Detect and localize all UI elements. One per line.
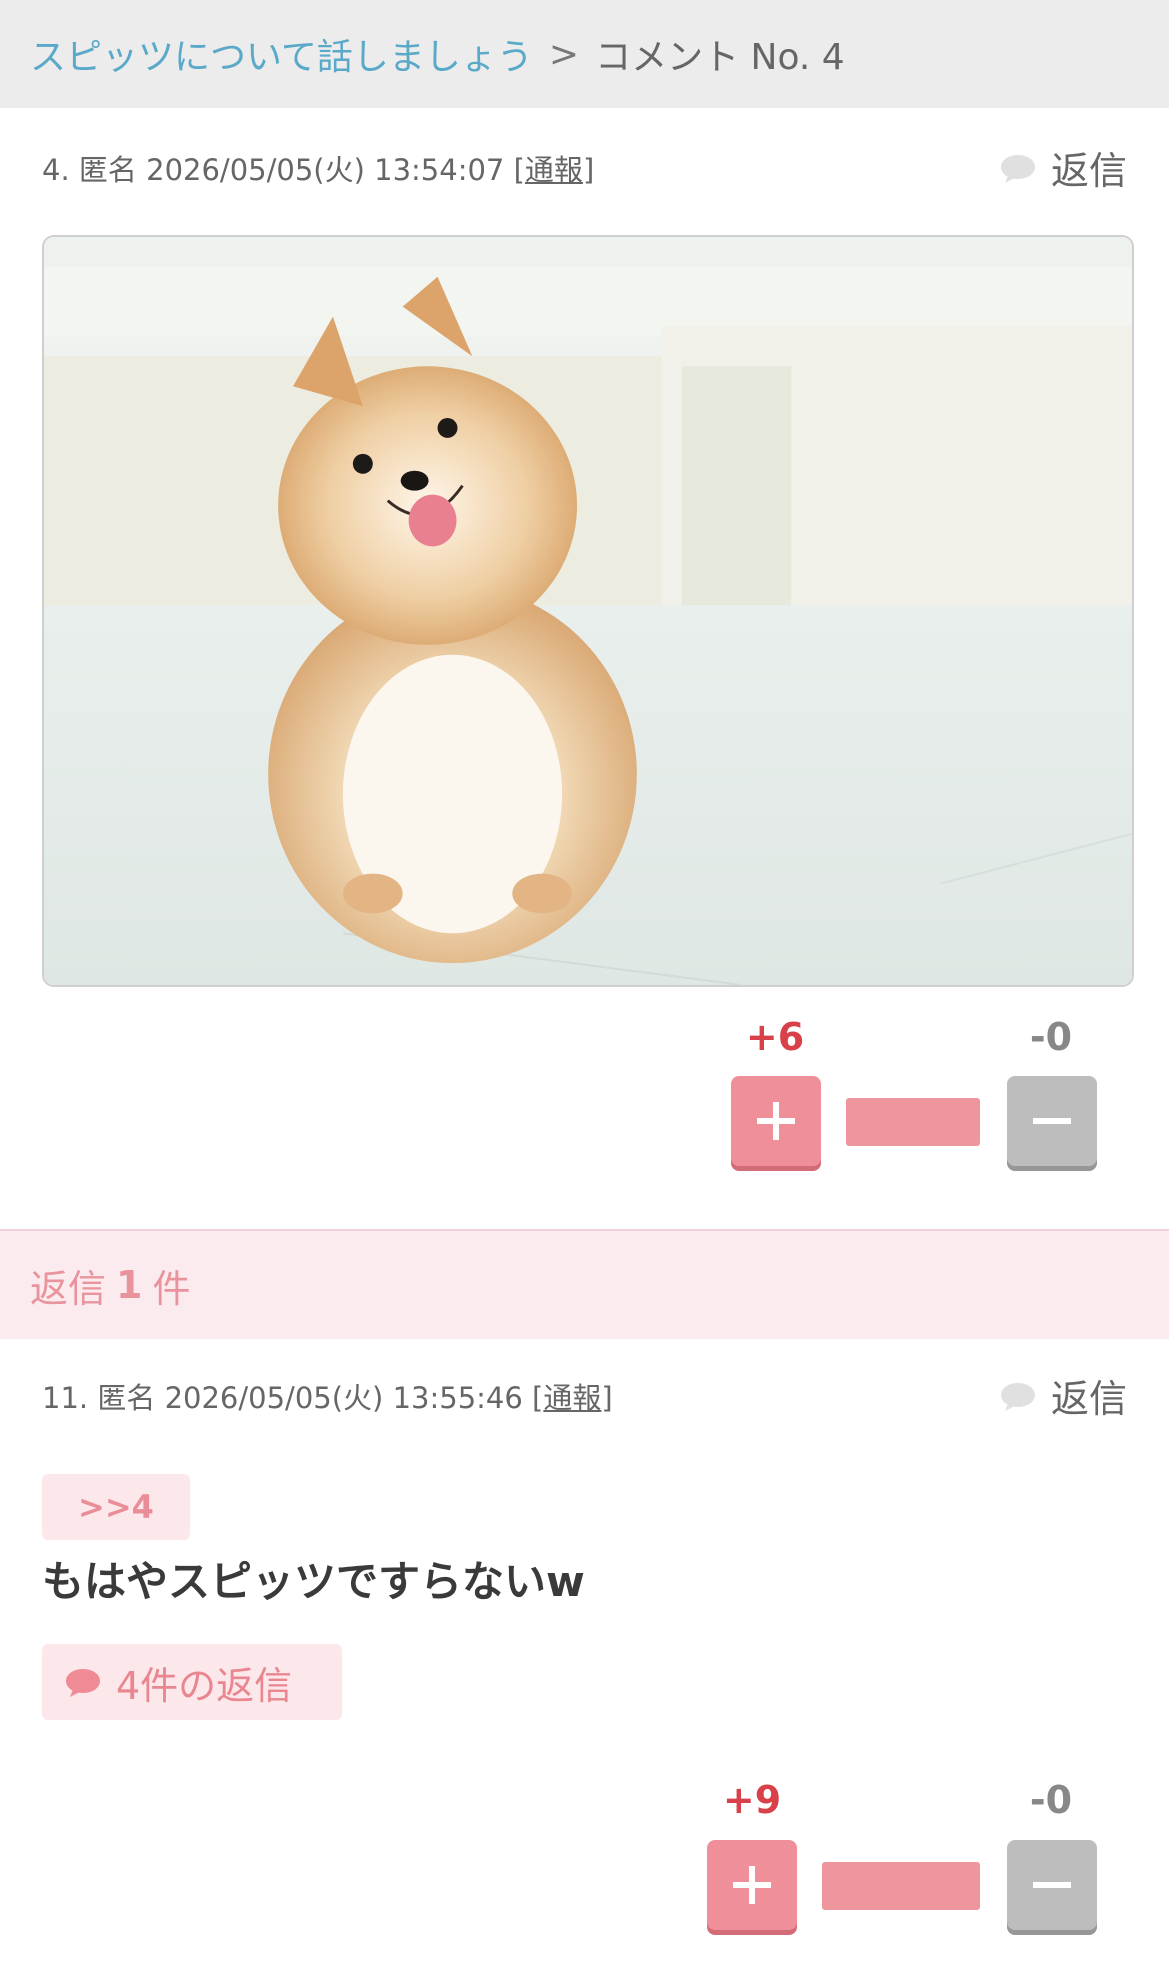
breadcrumb-topic-link[interactable]: スピッツについて話しましょう bbox=[30, 28, 533, 80]
reply-comment-number: 11. bbox=[42, 1380, 89, 1415]
reply-button-label: 返信 bbox=[1050, 149, 1127, 193]
report-bracket-close: ] bbox=[582, 152, 595, 187]
reply-count-number: 1 bbox=[116, 1263, 143, 1307]
reply-comment-author: 匿名 bbox=[97, 1380, 156, 1415]
view-replies-button[interactable]: 4件の返信 bbox=[42, 1644, 342, 1720]
reply-count-prefix: 返信 bbox=[30, 1266, 107, 1311]
reply-upvote-button[interactable] bbox=[707, 1840, 797, 1930]
report-link[interactable]: 通報 bbox=[525, 153, 583, 187]
vote-ratio-bar bbox=[846, 1098, 980, 1146]
reply-vote-ratio-fill bbox=[822, 1862, 980, 1910]
reply-report-bracket-close: ] bbox=[601, 1380, 613, 1415]
speech-bubble-icon bbox=[999, 153, 1037, 183]
comment-image[interactable] bbox=[42, 235, 1134, 987]
reply-count-suffix: 件 bbox=[152, 1266, 191, 1311]
pomeranian-photo bbox=[44, 237, 1132, 985]
plus-icon bbox=[733, 1866, 771, 1904]
reply-report-bracket-open: [ bbox=[532, 1380, 544, 1415]
reply-vote-ratio-bar bbox=[822, 1862, 980, 1910]
comment-number: 4. bbox=[42, 152, 70, 187]
reply-minus-count: -0 bbox=[1029, 1778, 1073, 1822]
reply-plus-count: +9 bbox=[722, 1778, 782, 1822]
minus-count: -0 bbox=[1029, 1015, 1073, 1059]
breadcrumb-separator: > bbox=[548, 33, 580, 75]
anchor-link[interactable]: >>4 bbox=[42, 1474, 190, 1540]
minus-icon bbox=[1033, 1118, 1071, 1124]
reply-comment-reply-button[interactable]: 返信 bbox=[999, 1368, 1127, 1423]
speech-bubble-icon bbox=[64, 1667, 102, 1697]
reply-button[interactable]: 返信 bbox=[999, 140, 1127, 195]
reply-comment-reply-label: 返信 bbox=[1050, 1377, 1127, 1421]
reply-comment-body: もはやスピッツですらないw bbox=[42, 1557, 585, 1606]
plus-icon bbox=[757, 1102, 795, 1140]
vote-ratio-fill bbox=[846, 1098, 980, 1146]
reply-comment-meta: 11. 匿名 2026/05/05(火) 13:55:46 [通報] bbox=[42, 1375, 613, 1417]
reply-comment-header: 11. 匿名 2026/05/05(火) 13:55:46 [通報] 返信 bbox=[42, 1368, 1127, 1423]
minus-icon bbox=[1033, 1882, 1071, 1888]
view-replies-label: 4件の返信 bbox=[116, 1663, 293, 1708]
comment-datetime: 2026/05/05(火) 13:54:07 bbox=[146, 152, 505, 187]
plus-count: +6 bbox=[745, 1015, 805, 1059]
comment-header: 4. 匿名 2026/05/05(火) 13:54:07 [通報] 返信 bbox=[42, 140, 1127, 195]
speech-bubble-icon bbox=[999, 1381, 1037, 1411]
reply-count-band: 返信 1 件 bbox=[0, 1229, 1169, 1339]
upvote-button[interactable] bbox=[731, 1076, 821, 1166]
downvote-button[interactable] bbox=[1007, 1076, 1097, 1166]
breadcrumb: スピッツについて話しましょう > コメント No. 4 bbox=[0, 0, 1169, 108]
comment-meta: 4. 匿名 2026/05/05(火) 13:54:07 [通報] bbox=[42, 147, 594, 189]
reply-report-link[interactable]: 通報 bbox=[543, 1381, 601, 1415]
comment-author: 匿名 bbox=[78, 152, 137, 187]
report-bracket-open: [ bbox=[513, 152, 525, 187]
reply-comment-datetime: 2026/05/05(火) 13:55:46 bbox=[164, 1380, 523, 1415]
breadcrumb-current: コメント No. 4 bbox=[595, 37, 845, 78]
reply-downvote-button[interactable] bbox=[1007, 1840, 1097, 1930]
